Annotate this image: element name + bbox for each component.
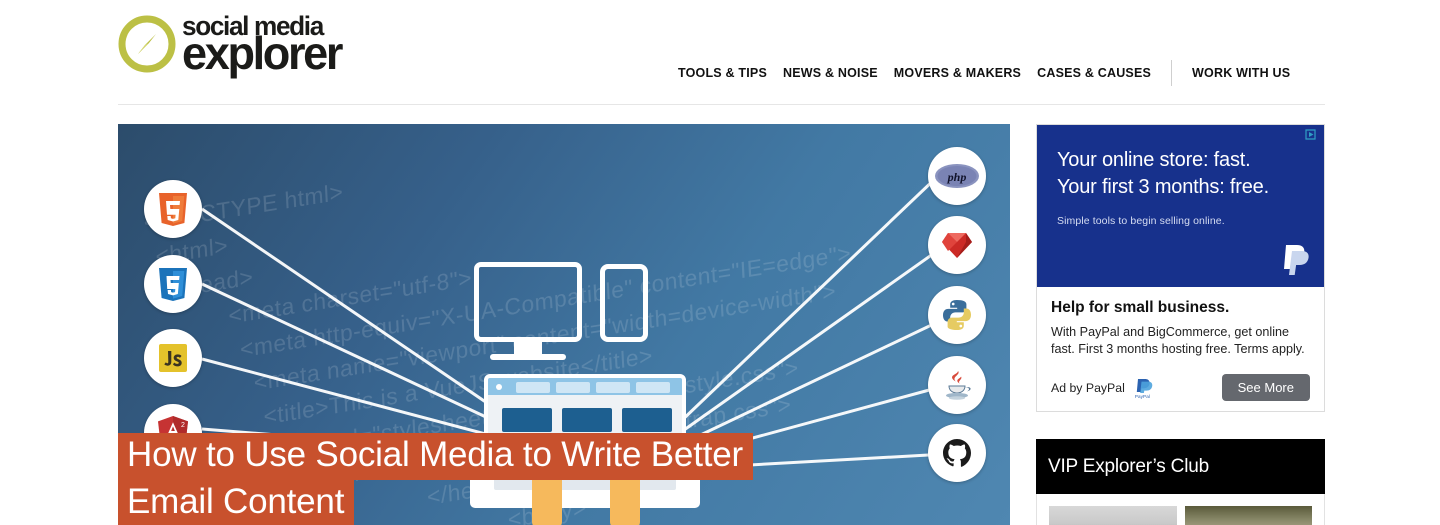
nav-divider (1171, 60, 1173, 86)
featured-article-headline[interactable]: How to Use Social Media to Write Better … (118, 433, 1018, 525)
laptop-browser-dot (496, 384, 502, 390)
laptop-browser-tab (636, 382, 670, 393)
logo-line-2: explorer (182, 27, 343, 80)
css3-icon (144, 255, 202, 313)
adchoices-icon[interactable] (1303, 128, 1318, 141)
nav-item-cases-causes[interactable]: CASES & CAUSES (1029, 66, 1159, 80)
laptop-browser-tab (556, 382, 590, 393)
desktop-monitor-illustration (474, 262, 582, 342)
headline-line-1: How to Use Social Media to Write Better (118, 433, 753, 480)
javascript-icon (144, 329, 202, 387)
tablet-illustration (600, 264, 648, 342)
vip-club-header: VIP Explorer’s Club (1036, 439, 1325, 494)
nav-item-movers-makers[interactable]: MOVERS & MAKERS (886, 66, 1029, 80)
site-logo[interactable]: social media explorer (118, 8, 344, 80)
php-icon: php (928, 147, 986, 205)
ruby-icon (928, 216, 986, 274)
compass-icon (118, 15, 176, 73)
member-avatar-1[interactable] (1049, 506, 1177, 525)
ad-description: With PayPal and BigCommerce, get online … (1051, 325, 1305, 356)
python-icon (928, 286, 986, 344)
vip-explorers-club-widget: VIP Explorer’s Club (1036, 439, 1325, 525)
java-icon (928, 356, 986, 414)
paypal-small-label: PayPal (1134, 393, 1150, 399)
paypal-small-icon: PayPal (1134, 378, 1155, 399)
paypal-icon (1282, 243, 1312, 277)
ad-title: Help for small business. (1051, 299, 1230, 316)
page-root: social media explorer TOOLS & TIPS NEWS … (0, 0, 1440, 525)
ad-banner-headline-2: Your first 3 months: free. (1057, 176, 1269, 198)
laptop-browser-tab (596, 382, 630, 393)
svg-text:php: php (947, 170, 967, 184)
ad-banner-headline-1: Your online store: fast. (1057, 149, 1251, 171)
sidebar: Your online store: fast. Your first 3 mo… (1036, 124, 1325, 525)
ad-banner-subtext: Simple tools to begin selling online. (1057, 215, 1225, 227)
vip-club-title: VIP Explorer’s Club (1048, 455, 1209, 477)
laptop-browser-tab (516, 382, 550, 393)
ad-attribution: Ad by PayPal (1051, 380, 1125, 395)
member-avatar-2[interactable] (1184, 506, 1312, 525)
html5-icon (144, 180, 202, 238)
vip-club-members (1036, 494, 1325, 525)
ad-footer: Ad by PayPal PayPal See More (1051, 374, 1310, 401)
monitor-base (490, 354, 566, 360)
nav-item-work-with-us[interactable]: WORK WITH US (1184, 66, 1298, 80)
ad-body: Help for small business. With PayPal and… (1037, 287, 1324, 411)
laptop-content-block (502, 408, 552, 432)
header-divider (118, 104, 1325, 105)
site-header: social media explorer TOOLS & TIPS NEWS … (0, 0, 1440, 105)
see-more-button[interactable]: See More (1221, 374, 1310, 401)
advertisement-card[interactable]: Your online store: fast. Your first 3 mo… (1036, 124, 1325, 412)
ad-banner[interactable]: Your online store: fast. Your first 3 mo… (1037, 125, 1324, 287)
svg-text:2: 2 (181, 422, 185, 429)
logo-wordmark: social media explorer (182, 13, 344, 80)
headline-line-2: Email Content (118, 480, 355, 525)
laptop-content-block (562, 408, 612, 432)
nav-item-news-noise[interactable]: NEWS & NOISE (775, 66, 886, 80)
main-navigation: TOOLS & TIPS NEWS & NOISE MOVERS & MAKER… (670, 60, 1298, 86)
nav-item-tools-tips[interactable]: TOOLS & TIPS (670, 66, 775, 80)
laptop-content-block (622, 408, 672, 432)
